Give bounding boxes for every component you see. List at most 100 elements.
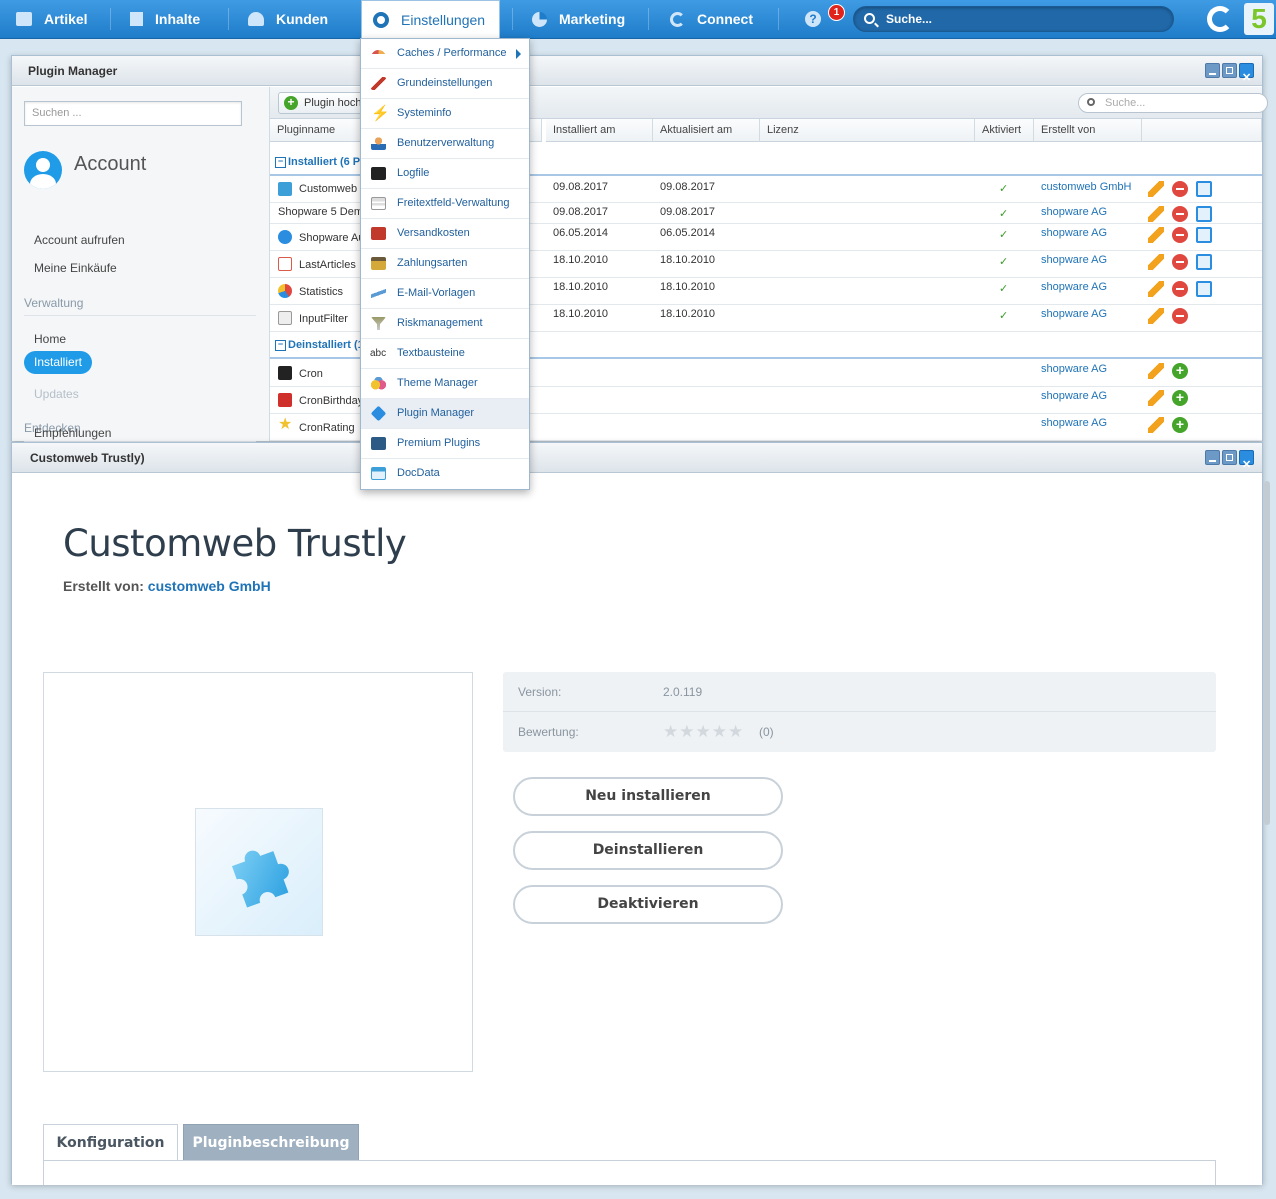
global-search-input[interactable]: Suche... [853, 6, 1174, 32]
close-icon[interactable] [1239, 450, 1254, 480]
uninstall-icon[interactable] [1172, 308, 1188, 324]
edit-icon[interactable] [1148, 363, 1164, 379]
plugin-manager-title-bar[interactable]: Plugin Manager [12, 56, 1262, 93]
tab-konfiguration[interactable]: Konfiguration [43, 1124, 178, 1161]
author-link[interactable]: customweb GmbH [1041, 181, 1131, 193]
help-icon[interactable]: ? [805, 11, 821, 27]
edit-icon[interactable] [1148, 308, 1164, 324]
nav-einstellungen[interactable]: Einstellungen [361, 0, 500, 39]
sidebar-search-input[interactable]: Suchen ... [24, 101, 242, 126]
uninstall-button[interactable]: Deinstallieren [513, 831, 783, 870]
top-navigation-bar: Artikel Inhalte Kunden Einstellungen Mar… [0, 0, 1276, 39]
scrollbar[interactable] [1263, 477, 1272, 1183]
uninstall-icon[interactable] [1172, 227, 1188, 243]
author-link[interactable]: shopware AG [1041, 363, 1107, 375]
menu-item-theme-manager[interactable]: Theme Manager [361, 369, 529, 399]
reinstall-button[interactable]: Neu installieren [513, 777, 783, 816]
author-link[interactable]: shopware AG [1041, 390, 1107, 402]
nav-connect[interactable]: Connect [670, 0, 753, 38]
window-controls [1205, 450, 1254, 480]
plugin-name: Shopware 5 Dem [278, 206, 362, 218]
edit-icon[interactable] [1148, 417, 1164, 433]
menu-item-systeminfo[interactable]: ⚡ Systeminfo [361, 99, 529, 129]
nav-kunden[interactable]: Kunden [248, 0, 328, 38]
close-icon[interactable] [1239, 63, 1254, 93]
minimize-icon[interactable] [1205, 63, 1220, 78]
menu-item-versandkosten[interactable]: Versandkosten [361, 219, 529, 249]
edit-icon[interactable] [1148, 281, 1164, 297]
tab-pluginbeschreibung[interactable]: Pluginbeschreibung [183, 1124, 359, 1161]
author-link[interactable]: shopware AG [1041, 417, 1107, 429]
check-icon: ✓ [999, 229, 1009, 241]
maximize-icon[interactable] [1222, 450, 1237, 465]
menu-item-benutzerverwaltung[interactable]: Benutzerverwaltung [361, 129, 529, 159]
edit-icon[interactable] [1148, 206, 1164, 222]
column-header-installiert-am[interactable]: Installiert am [546, 119, 653, 142]
shopware-logo-icon[interactable] [1207, 6, 1233, 32]
nav-marketing[interactable]: Marketing [532, 0, 625, 38]
column-header-aktualisiert-am[interactable]: Aktualisiert am [653, 119, 760, 142]
sidebar-item-home[interactable]: Home [34, 332, 66, 346]
notification-badge[interactable]: 1 [828, 4, 845, 21]
installed-date: 09.08.2017 [553, 181, 609, 193]
column-header-aktiviert[interactable]: Aktiviert [975, 119, 1034, 142]
chart-pie-icon [278, 284, 292, 298]
installed-date: 18.10.2010 [553, 281, 609, 293]
sidebar-item-meine-einkaeufe[interactable]: Meine Einkäufe [34, 261, 117, 275]
minimize-icon[interactable] [1205, 450, 1220, 465]
nav-artikel[interactable]: Artikel [16, 0, 88, 38]
author-link[interactable]: shopware AG [1041, 206, 1107, 218]
shopware-5-logo: 5 [1244, 3, 1274, 35]
maximize-icon[interactable] [1222, 63, 1237, 78]
uninstall-icon[interactable] [1172, 181, 1188, 197]
edit-icon[interactable] [1148, 390, 1164, 406]
install-icon[interactable] [1172, 416, 1188, 433]
sidebar-item-updates[interactable]: Updates [34, 387, 79, 401]
menu-item-freitextfeld-verwaltung[interactable]: Freitextfeld-Verwaltung [361, 189, 529, 219]
column-header-erstellt-von[interactable]: Erstellt von [1034, 119, 1142, 142]
created-by-link[interactable]: customweb GmbH [148, 578, 271, 594]
menu-item-grundeinstellungen[interactable]: Grundeinstellungen [361, 69, 529, 99]
menu-item-plugin-manager[interactable]: Plugin Manager [361, 399, 529, 429]
reinstall-icon[interactable] [1196, 181, 1212, 197]
menu-item-docdata[interactable]: DocData [361, 459, 529, 489]
updated-date: 18.10.2010 [660, 254, 716, 266]
reinstall-icon[interactable] [1196, 206, 1212, 222]
edit-icon[interactable] [1148, 227, 1164, 243]
edit-icon[interactable] [1148, 181, 1164, 197]
sidebar-item-installiert[interactable]: Installiert [24, 351, 93, 374]
sidebar-item-empfehlungen[interactable]: Empfehlungen [34, 426, 111, 440]
menu-item-caches-performance[interactable]: Caches / Performance [361, 39, 529, 69]
scrollbar-thumb[interactable] [1264, 481, 1270, 825]
uninstall-icon[interactable] [1172, 254, 1188, 270]
menu-item-e-mail-vorlagen[interactable]: E-Mail-Vorlagen [361, 279, 529, 309]
install-icon[interactable] [1172, 389, 1188, 406]
uninstall-icon[interactable] [1172, 206, 1188, 222]
menu-item-premium-plugins[interactable]: Premium Plugins [361, 429, 529, 459]
edit-icon[interactable] [1148, 254, 1164, 270]
reinstall-icon[interactable] [1196, 227, 1212, 243]
menu-item-textbausteine[interactable]: abc Textbausteine [361, 339, 529, 369]
reinstall-icon[interactable] [1196, 254, 1212, 270]
author-link[interactable]: shopware AG [1041, 254, 1107, 266]
author-link[interactable]: shopware AG [1041, 308, 1107, 320]
version-value: 2.0.119 [663, 685, 703, 699]
menu-item-logfile[interactable]: Logfile [361, 159, 529, 189]
menu-item-riskmanagement[interactable]: Riskmanagement [361, 309, 529, 339]
install-icon[interactable] [1172, 362, 1188, 379]
deactivate-button[interactable]: Deaktivieren [513, 885, 783, 924]
author-link[interactable]: shopware AG [1041, 281, 1107, 293]
sidebar-item-account-aufrufen[interactable]: Account aufrufen [34, 233, 125, 247]
reinstall-icon[interactable] [1196, 281, 1212, 297]
avatar [24, 151, 62, 189]
nav-inhalte[interactable]: Inhalte [130, 0, 200, 38]
menu-item-zahlungsarten[interactable]: Zahlungsarten [361, 249, 529, 279]
grid-search-input[interactable]: Suche... [1078, 93, 1268, 113]
detail-title-bar[interactable]: Customweb Trustly) [12, 443, 1262, 480]
user-icon [371, 137, 386, 150]
author-link[interactable]: shopware AG [1041, 227, 1107, 239]
uninstall-icon[interactable] [1172, 281, 1188, 297]
column-header-lizenz[interactable]: Lizenz [760, 119, 975, 142]
menu-item-label: DocData [397, 467, 440, 479]
menu-item-label: Logfile [397, 167, 430, 179]
